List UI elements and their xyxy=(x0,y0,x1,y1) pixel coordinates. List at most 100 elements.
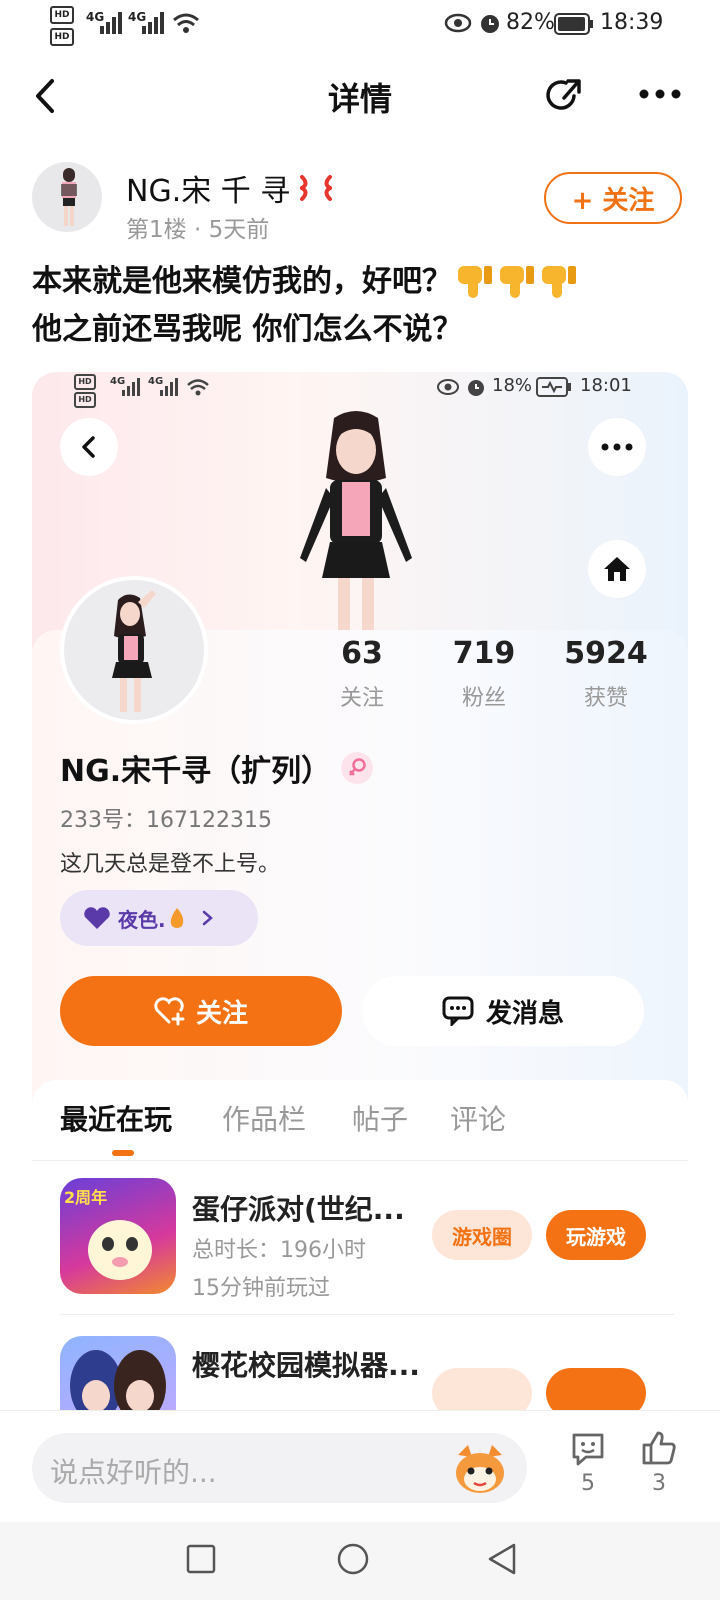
more-icon[interactable] xyxy=(638,88,682,100)
system-nav-bar xyxy=(0,1522,720,1600)
heart-plus-icon xyxy=(154,997,185,1026)
image-more-icon xyxy=(601,443,633,451)
top-bar: 详情 xyxy=(0,52,720,142)
play-game-button[interactable]: 玩游戏 xyxy=(546,1210,646,1260)
post-body: 本来就是他来模仿我的，好吧？ 他之前还骂我呢 你们怎么不说？ xyxy=(32,258,702,354)
post-line-1: 本来就是他来模仿我的，好吧？ xyxy=(32,258,702,306)
stat-fans-value[interactable]: 719 xyxy=(424,636,544,671)
mascot-emoji-icon[interactable] xyxy=(450,1441,510,1497)
time-ago: 5天前 xyxy=(208,217,270,243)
image-back-button[interactable] xyxy=(60,418,118,476)
image-hd1-icon: HD xyxy=(74,374,96,390)
alarm-icon xyxy=(481,15,499,33)
clock: 18:39 xyxy=(600,10,664,35)
profile-name: NG.宋千寻（扩列） xyxy=(60,754,332,789)
author-name[interactable]: NG.宋 千 寻 xyxy=(126,166,290,210)
flame-icon xyxy=(170,908,183,928)
active-tab-indicator xyxy=(112,1150,134,1156)
comment-icon[interactable] xyxy=(570,1431,606,1467)
image-home-button[interactable] xyxy=(588,540,646,598)
image-profile-avatar[interactable] xyxy=(60,576,208,724)
hd2-icon: HD xyxy=(50,28,74,46)
badge-chip[interactable]: 夜色. xyxy=(60,890,258,946)
anger-icon xyxy=(300,175,333,201)
status-bar: HD HD 4G 4G 82% 18:39 xyxy=(0,0,720,48)
image-hd2-icon: HD xyxy=(74,392,96,408)
back-nav-icon[interactable] xyxy=(486,1542,518,1576)
eggy-character-icon xyxy=(88,1220,152,1280)
game-icon[interactable]: 2周年 xyxy=(60,1178,176,1294)
tab-divider xyxy=(32,1160,688,1161)
image-battery-charging-icon xyxy=(536,377,571,397)
author-avatar[interactable] xyxy=(32,162,102,232)
thumbs-down-icon xyxy=(542,266,576,298)
share-icon[interactable] xyxy=(544,74,584,114)
avatar-figure-icon xyxy=(61,168,77,226)
play-game-button-partial[interactable] xyxy=(546,1368,646,1412)
image-wifi-icon xyxy=(187,379,209,396)
stat-following-label: 关注 xyxy=(339,686,384,711)
profile-content: 最近在玩 作品栏 帖子 评论 2周年 蛋仔派对(世纪... 总时长：196小时 … xyxy=(32,1080,688,1412)
stat-following-value[interactable]: 63 xyxy=(302,636,422,671)
comment-count: 5 xyxy=(581,1471,595,1496)
message-button[interactable]: 发消息 xyxy=(362,976,644,1046)
post-text-line-2: 他之前还骂我呢 你们怎么不说？ xyxy=(32,312,463,347)
game-title[interactable]: 樱花校园模拟器... xyxy=(192,1344,420,1384)
battery-icon xyxy=(554,13,593,35)
signal1-icon xyxy=(100,12,122,34)
game-duration: 总时长：196小时 xyxy=(192,1238,366,1263)
like-icon[interactable] xyxy=(640,1429,678,1467)
image-follow-button[interactable]: 关注 xyxy=(60,976,342,1046)
game-last-played: 15分钟前玩过 xyxy=(192,1276,330,1301)
home-icon xyxy=(604,557,630,581)
post-meta: 第1楼 · 5天前 xyxy=(126,210,269,244)
home-nav-icon[interactable] xyxy=(336,1542,370,1576)
stat-likes-value[interactable]: 5924 xyxy=(546,636,666,671)
message-icon xyxy=(442,996,474,1026)
post-text-line-1: 本来就是他来模仿我的，好吧？ xyxy=(32,264,452,299)
game-circle-button-partial[interactable] xyxy=(432,1368,532,1412)
purple-heart-icon xyxy=(84,907,110,929)
eye-icon xyxy=(444,13,472,33)
stat-fans-label: 粉丝 xyxy=(461,686,506,711)
page-title: 详情 xyxy=(327,80,392,118)
follow-button[interactable]: + 关注 xyxy=(544,172,682,224)
comment-placeholder: 说点好听的... xyxy=(50,1456,217,1489)
game-circle-button[interactable]: 游戏圈 xyxy=(432,1210,532,1260)
image-battery-percent: 18% xyxy=(492,375,533,396)
thumbs-down-icon xyxy=(500,266,534,298)
row-divider xyxy=(60,1314,674,1315)
profile-id: 233号：167122315 xyxy=(60,808,272,833)
battery-percent: 82% xyxy=(506,10,555,35)
game-title[interactable]: 蛋仔派对(世纪... xyxy=(192,1188,405,1228)
badge-label: 夜色. xyxy=(118,907,166,932)
recents-icon[interactable] xyxy=(186,1544,216,1574)
floor-label: 第1楼 xyxy=(126,217,187,243)
wifi-icon xyxy=(173,13,199,33)
tab-recent[interactable]: 最近在玩 xyxy=(60,1098,172,1138)
image-follow-label: 关注 xyxy=(195,998,248,1029)
avatar-character-image xyxy=(112,590,156,712)
game-icon[interactable] xyxy=(60,1336,176,1412)
thumbs-down-icon xyxy=(458,266,492,298)
hd1-icon: HD xyxy=(50,6,74,24)
tab-posts[interactable]: 帖子 xyxy=(352,1098,408,1138)
image-signal1-icon xyxy=(122,378,140,396)
comment-input[interactable]: 说点好听的... xyxy=(32,1433,527,1503)
banner-character-image xyxy=(300,411,412,632)
image-signal2-icon xyxy=(160,378,178,396)
image-status-bar: HD HD 4G 4G 18% 18:01 xyxy=(74,372,688,412)
image-more-button[interactable] xyxy=(588,418,646,476)
chevron-right-icon xyxy=(202,910,213,926)
meta-separator: · xyxy=(193,217,209,243)
sakura-game-icon xyxy=(70,1350,166,1412)
thumbs-down-emojis xyxy=(454,262,580,302)
female-icon xyxy=(341,752,374,784)
tab-comments[interactable]: 评论 xyxy=(450,1098,506,1138)
signal2-icon xyxy=(142,12,164,34)
post-image[interactable]: HD HD 4G 4G 18% 18:01 63 关注 719 粉丝 5924 … xyxy=(32,372,688,1412)
tab-works[interactable]: 作品栏 xyxy=(222,1098,306,1138)
profile-bio: 这几天总是登不上号。 xyxy=(60,852,281,877)
like-count: 3 xyxy=(652,1471,666,1496)
image-eye-icon xyxy=(437,379,459,395)
